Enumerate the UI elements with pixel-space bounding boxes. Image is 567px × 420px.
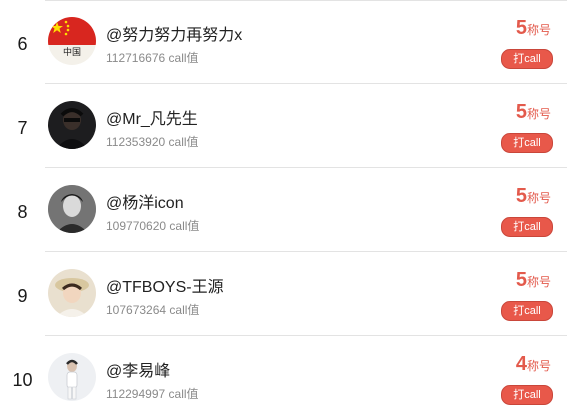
call-button[interactable]: 打call: [501, 49, 553, 69]
rank-number: 6: [17, 34, 28, 54]
call-button[interactable]: 打call: [501, 217, 553, 237]
call-score: 109770620 call值: [106, 219, 200, 233]
rank-number: 10: [12, 370, 33, 390]
china-flag-avatar-icon[interactable]: 中国: [48, 17, 96, 65]
call-score: 107673264 call值: [106, 303, 200, 317]
call-button[interactable]: 打call: [501, 133, 553, 153]
user-name[interactable]: @努力努力再努力x: [106, 21, 242, 45]
person-avatar-icon[interactable]: [48, 185, 96, 233]
call-button[interactable]: 打call: [501, 301, 553, 321]
call-score: 112716676 call值: [106, 51, 199, 65]
title-badge: 4称号: [515, 353, 551, 375]
list-item[interactable]: 8 @杨洋icon 109770620 call值 5称号 打call: [0, 168, 567, 252]
person-avatar-icon[interactable]: [48, 101, 96, 149]
call-button[interactable]: 打call: [501, 385, 553, 405]
user-name[interactable]: @Mr_凡先生: [106, 105, 198, 129]
title-badge: 5称号: [515, 17, 551, 39]
user-name[interactable]: @TFBOYS-王源: [106, 273, 224, 297]
list-item[interactable]: 10 @李易峰 112294997 call值 4称号 打call: [0, 336, 567, 420]
call-score: 112294997 call值: [106, 387, 199, 401]
person-avatar-icon[interactable]: [48, 353, 96, 401]
title-badge: 5称号: [515, 269, 551, 291]
list-item[interactable]: 7 @Mr_凡先生 112353920 call值 5称号 打call: [0, 84, 567, 168]
list-item[interactable]: 6 中国 @努力努力再努力x 112716676 call值 5称号 打call: [0, 0, 567, 84]
list-item[interactable]: 9 @TFBOYS-王源 107673264 call值 5称号 打call: [0, 252, 567, 336]
rank-number: 8: [17, 202, 28, 222]
title-badge: 5称号: [515, 101, 551, 123]
svg-text:中国: 中国: [63, 46, 81, 58]
rank-number: 7: [17, 118, 28, 138]
user-name[interactable]: @李易峰: [106, 357, 170, 381]
call-score: 112353920 call值: [106, 135, 199, 149]
user-name[interactable]: @杨洋icon: [106, 189, 184, 213]
person-avatar-icon[interactable]: [48, 269, 96, 317]
title-badge: 5称号: [515, 185, 551, 207]
rank-number: 9: [17, 286, 28, 306]
